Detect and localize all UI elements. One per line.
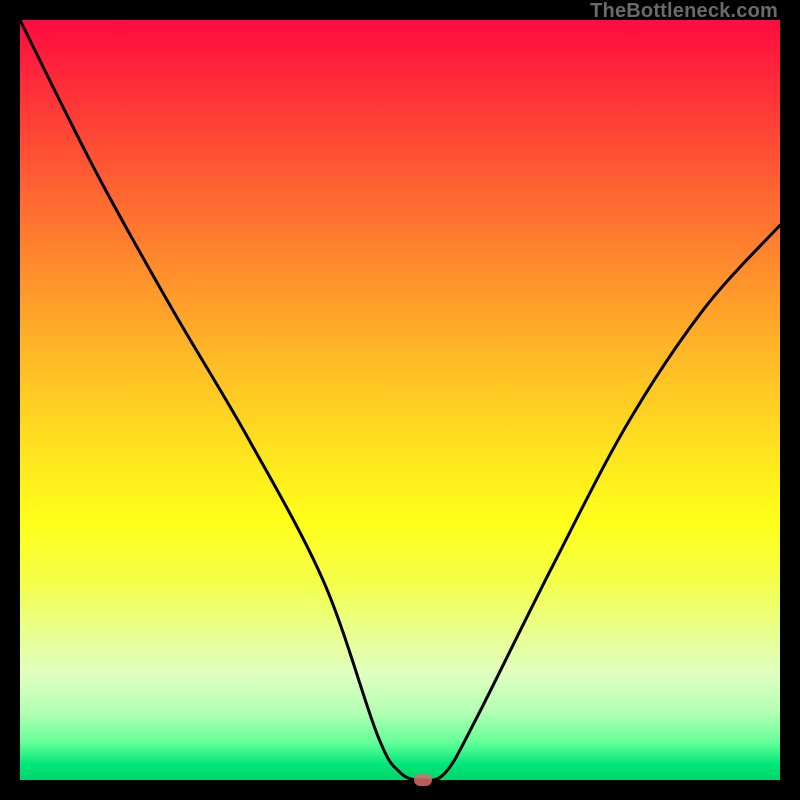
chart-frame: TheBottleneck.com (0, 0, 800, 800)
plot-area (20, 20, 780, 780)
bottleneck-curve (20, 20, 780, 780)
optimum-marker (414, 774, 432, 786)
